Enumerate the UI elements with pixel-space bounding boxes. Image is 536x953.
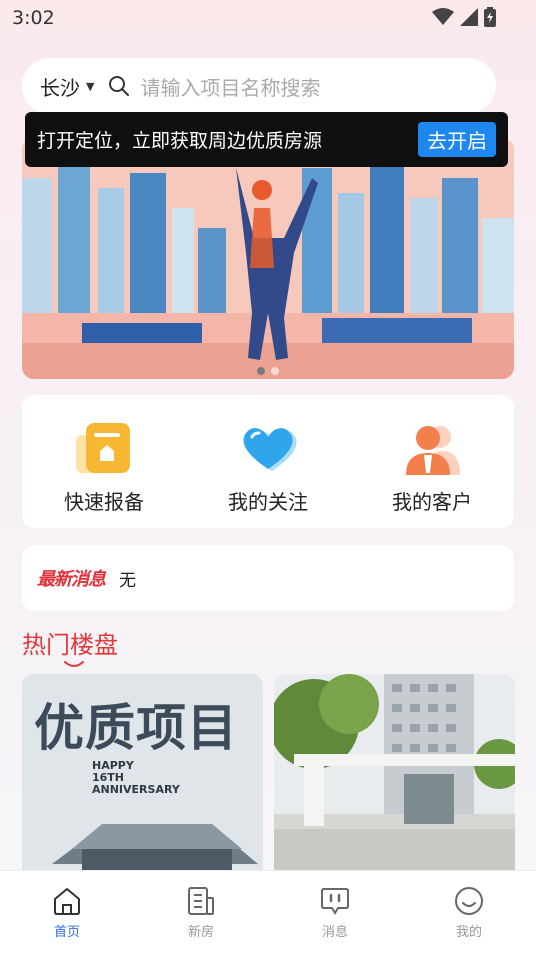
my-follow-label: 我的关注 [228, 490, 308, 514]
latest-news-text: 无 [119, 570, 136, 591]
tab-home[interactable]: 首页 [0, 871, 134, 953]
new-house-icon [186, 886, 216, 916]
tab-new-house[interactable]: 新房 [134, 871, 268, 953]
project-card[interactable]: 优质项目 HAPPY 16TH ANNIVERSARY [22, 674, 263, 874]
my-customers-button[interactable]: 我的客户 [350, 395, 514, 528]
quick-report-button[interactable]: 快速报备 [22, 395, 186, 528]
project-image [274, 674, 515, 874]
carousel-dots [22, 367, 514, 375]
report-folder-icon [74, 421, 134, 477]
city-selector[interactable]: 长沙 [40, 72, 80, 101]
status-bar: 3:02 [0, 0, 536, 40]
bottom-tab-bar: 首页 新房 消息 我的 [0, 870, 536, 953]
anniversary-text: HAPPY 16TH ANNIVERSARY [92, 760, 180, 796]
quick-report-label: 快速报备 [64, 490, 144, 514]
search-icon [108, 75, 130, 97]
project-title: 优质项目 [34, 699, 238, 757]
profile-icon [454, 886, 484, 916]
carousel-dot[interactable] [257, 367, 265, 375]
anniversary-line: ANNIVERSARY [92, 783, 180, 796]
enable-location-button[interactable]: 去开启 [418, 122, 496, 157]
latest-news-logo: 最新消息 [37, 569, 106, 590]
signal-icon [460, 8, 478, 26]
project-card[interactable] [274, 674, 515, 874]
tab-new-house-label: 新房 [187, 925, 214, 940]
my-follow-button[interactable]: 我的关注 [186, 395, 350, 528]
search-bar: 长沙 ▼ 请输入项目名称搜索 [22, 58, 496, 114]
quick-actions-card: 快速报备 我的关注 我的客户 [22, 395, 514, 528]
message-icon [320, 886, 350, 916]
tab-profile-label: 我的 [455, 925, 482, 940]
location-tooltip: 打开定位，立即获取周边优质房源 去开启 [25, 112, 508, 167]
status-icons [432, 7, 496, 27]
banner-carousel[interactable] [22, 138, 514, 379]
tab-messages-label: 消息 [321, 925, 348, 940]
caret-down-icon[interactable]: ▼ [86, 80, 94, 93]
tab-messages[interactable]: 消息 [268, 871, 402, 953]
title-underline [64, 654, 84, 673]
search-input[interactable]: 请输入项目名称搜索 [140, 72, 320, 101]
tab-home-label: 首页 [53, 925, 80, 940]
battery-icon [484, 7, 496, 27]
status-time: 3:02 [12, 7, 55, 29]
customers-icon [402, 421, 462, 477]
my-customers-label: 我的客户 [392, 490, 472, 514]
location-tooltip-text: 打开定位，立即获取周边优质房源 [37, 130, 323, 152]
latest-news-card[interactable]: 最新消息 无 [22, 545, 514, 611]
banner-illustration [22, 138, 514, 379]
home-icon [52, 886, 82, 916]
heart-icon [238, 421, 298, 477]
carousel-dot[interactable] [271, 367, 279, 375]
tab-profile[interactable]: 我的 [402, 871, 536, 953]
wifi-icon [432, 8, 454, 26]
